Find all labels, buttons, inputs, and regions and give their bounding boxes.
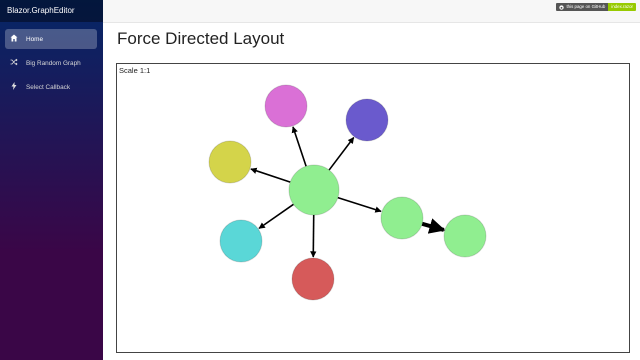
home-icon xyxy=(10,34,20,44)
app-brand[interactable]: Blazor.GraphEditor xyxy=(0,0,103,22)
nodes-layer xyxy=(208,84,487,301)
edge-center-to-cyan[interactable] xyxy=(258,203,294,230)
edge-center-to-green-mid[interactable] xyxy=(337,196,382,213)
github-badge-file: index.razor xyxy=(608,3,636,11)
edge-center-to-yellow[interactable] xyxy=(250,167,291,183)
graph-node-green-right[interactable] xyxy=(443,214,487,258)
graph-editor-canvas[interactable]: Scale 1:1 xyxy=(116,63,630,353)
graph-node-magenta[interactable] xyxy=(264,84,308,128)
graph-node-center[interactable] xyxy=(288,164,340,216)
github-icon xyxy=(559,4,565,10)
edge-center-to-blue[interactable] xyxy=(328,137,355,171)
nav-item-select-callback[interactable]: Select Callback xyxy=(5,77,97,97)
graph-node-red[interactable] xyxy=(291,257,335,301)
nav-item-label: Select Callback xyxy=(26,83,71,91)
nav-item-home[interactable]: Home xyxy=(5,29,97,49)
page-title: Force Directed Layout xyxy=(117,29,285,48)
graph-node-blue[interactable] xyxy=(345,98,389,142)
nav-item-big-random-graph[interactable]: Big Random Graph xyxy=(5,53,97,73)
lightning-icon xyxy=(10,82,20,92)
shuffle-icon xyxy=(10,58,20,68)
nav-item-label: Home xyxy=(26,35,44,43)
github-badge-left: this page on GitHub xyxy=(556,3,609,11)
edges-layer xyxy=(250,126,446,258)
github-badge-link[interactable]: this page on GitHub index.razor xyxy=(556,3,636,11)
graph-node-green-mid[interactable] xyxy=(380,196,424,240)
nav-item-label: Big Random Graph xyxy=(26,59,81,67)
graph-node-yellow[interactable] xyxy=(208,140,252,184)
nav-menu: Home Big Random Graph Select Callback xyxy=(0,29,103,97)
edge-center-to-magenta[interactable] xyxy=(291,126,307,167)
edge-green-mid-to-green-right[interactable] xyxy=(421,218,446,234)
graph-svg[interactable] xyxy=(117,64,631,354)
github-badge-text: this page on GitHub xyxy=(566,4,606,9)
sidebar: Blazor.GraphEditor Home Big Random Graph… xyxy=(0,0,103,360)
top-bar: this page on GitHub index.razor xyxy=(103,0,640,23)
graph-node-cyan[interactable] xyxy=(219,219,263,263)
